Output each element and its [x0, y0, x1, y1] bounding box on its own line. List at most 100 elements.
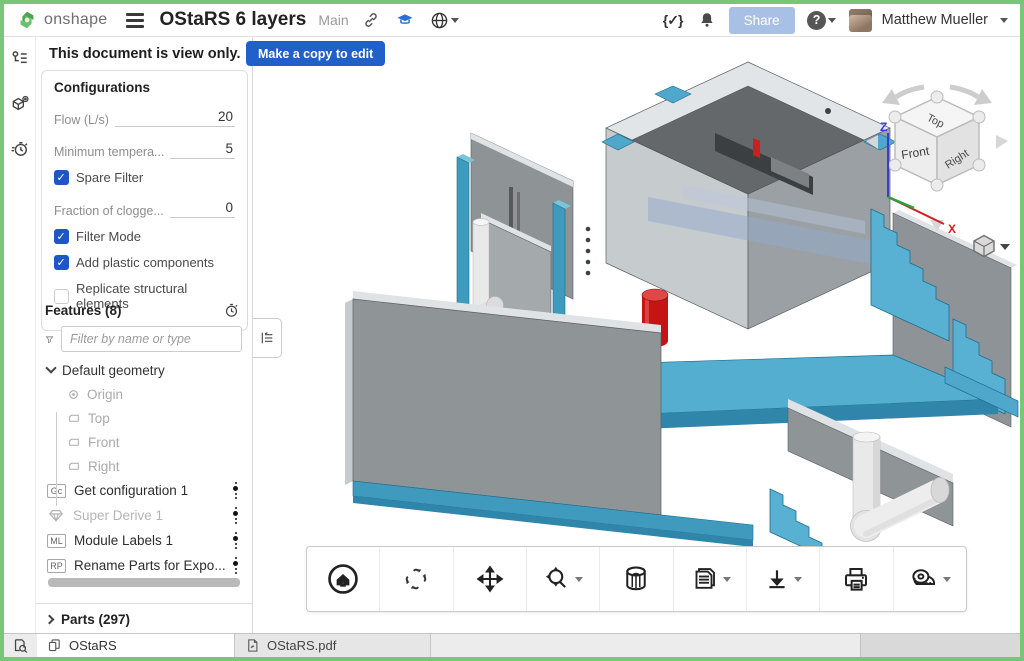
view-only-message: This document is view only. [49, 46, 241, 62]
feature-drag-handle[interactable] [233, 557, 238, 574]
element-tab-bar: OStaRS OStaRS.pdf [4, 633, 1020, 657]
axis-x-label: X [948, 222, 956, 236]
tab-bar-scroll-region[interactable] [860, 634, 1020, 657]
tree-item-origin[interactable]: Origin [41, 382, 248, 406]
view-options-cube-icon[interactable] [974, 236, 1010, 257]
default-geometry-group[interactable]: Default geometry [41, 358, 248, 382]
feature-badge: ML [47, 534, 66, 548]
pan-button[interactable] [453, 547, 526, 611]
hamburger-menu-icon[interactable] [126, 13, 144, 28]
tab-part-studio[interactable]: OStaRS [37, 634, 235, 657]
export-menu-caret[interactable] [794, 577, 802, 582]
configurations-card: Configurations Flow (L/s) 20 Minimum tem… [41, 70, 248, 331]
view-cube[interactable]: Top Front Right Z X [862, 75, 1012, 265]
help-caret [828, 18, 836, 23]
feature-drag-handle[interactable] [233, 532, 238, 549]
feature-drag-handle[interactable] [233, 507, 238, 524]
config-field-flow: Flow (L/s) 20 [54, 105, 235, 127]
config-field-label: Fraction of clogge... [54, 204, 164, 218]
checkbox-checked-icon[interactable] [54, 255, 69, 270]
tree-item-label: Front [88, 435, 120, 450]
export-button[interactable] [746, 547, 819, 611]
config-check-spare-filter[interactable]: Spare Filter [54, 170, 235, 185]
feature-drag-handle[interactable] [233, 482, 238, 499]
features-section: Features (8) Default geometry Origin [41, 296, 248, 578]
feature-label: Super Derive 1 [73, 508, 225, 523]
view-toolbar [306, 546, 967, 612]
chevron-right-icon [45, 615, 55, 625]
workspace-name[interactable]: Main [318, 12, 348, 28]
plane-icon [67, 436, 81, 449]
configurations-title: Configurations [54, 80, 235, 95]
part-appearance-icon[interactable] [10, 94, 30, 119]
section-view-button[interactable] [599, 547, 672, 611]
chevron-down-icon [45, 362, 56, 373]
checkbox-label: Spare Filter [76, 170, 143, 185]
print-button[interactable] [819, 547, 892, 611]
feature-label: Get configuration 1 [74, 483, 225, 498]
tree-item-label: Origin [87, 387, 123, 402]
feature-panel: Configurations Flow (L/s) 20 Minimum tem… [36, 37, 253, 633]
orbit-button[interactable] [379, 547, 452, 611]
onshape-logo[interactable]: onshape [16, 9, 108, 31]
feature-get-configuration[interactable]: Gc Get configuration 1 [41, 478, 248, 503]
measure-menu-caret[interactable] [943, 577, 951, 582]
notifications-bell-icon[interactable] [695, 8, 719, 32]
part-studio-icon [47, 638, 62, 653]
globe-caret [451, 18, 459, 23]
zoom-button[interactable] [526, 547, 599, 611]
user-avatar[interactable] [849, 9, 872, 32]
tab-label: OStaRS [69, 638, 117, 653]
help-menu[interactable] [805, 8, 839, 32]
config-check-add-plastic[interactable]: Add plastic components [54, 255, 235, 270]
feature-rename-parts[interactable]: RP Rename Parts for Expo... [41, 553, 248, 578]
graphics-viewport[interactable]: Top Front Right Z X [253, 37, 1020, 633]
features-title: Features (8) [45, 303, 122, 318]
feature-module-labels[interactable]: ML Module Labels 1 [41, 528, 248, 553]
feature-list-flyout-handle[interactable] [253, 318, 282, 358]
custom-features-icon[interactable] [661, 8, 685, 32]
tree-item-right[interactable]: Right [41, 454, 248, 478]
rollback-history-icon[interactable] [223, 302, 240, 319]
checkbox-checked-icon[interactable] [54, 170, 69, 185]
link-icon[interactable] [359, 8, 383, 32]
checkbox-label: Add plastic components [76, 255, 214, 270]
language-globe-icon[interactable] [427, 8, 463, 32]
checkbox-checked-icon[interactable] [54, 229, 69, 244]
tab-pdf[interactable]: OStaRS.pdf [235, 634, 431, 657]
config-field-value[interactable]: 20 [115, 109, 235, 127]
tree-item-top[interactable]: Top [41, 406, 248, 430]
zoom-menu-caret[interactable] [575, 577, 583, 582]
config-check-filter-mode[interactable]: Filter Mode [54, 229, 235, 244]
named-views-button[interactable] [673, 547, 746, 611]
plane-icon [67, 460, 81, 473]
rollback-bar[interactable] [48, 578, 240, 587]
tab-bar-empty-space [431, 634, 860, 657]
learning-center-icon[interactable] [393, 8, 417, 32]
view-options-caret[interactable] [1000, 244, 1010, 250]
tab-search-button[interactable] [4, 634, 37, 657]
tab-search-icon [12, 637, 29, 654]
views-menu-caret[interactable] [723, 577, 731, 582]
user-name[interactable]: Matthew Mueller [882, 12, 988, 28]
tree-item-label: Right [88, 459, 120, 474]
user-menu-caret[interactable] [1000, 18, 1008, 23]
config-field-fraction: Fraction of clogge... 0 [54, 196, 235, 218]
config-field-value[interactable]: 0 [170, 200, 235, 218]
configuration-flyout-icon[interactable] [10, 49, 30, 74]
tree-item-front[interactable]: Front [41, 430, 248, 454]
make-copy-button[interactable]: Make a copy to edit [246, 41, 385, 66]
feature-super-derive[interactable]: Super Derive 1 [41, 503, 248, 528]
parts-list-header[interactable]: Parts (297) [36, 603, 252, 627]
checkbox-label: Filter Mode [76, 229, 141, 244]
plane-icon [67, 412, 81, 425]
config-field-value[interactable]: 5 [170, 141, 235, 159]
share-button[interactable]: Share [729, 7, 795, 34]
home-view-button[interactable] [307, 547, 379, 611]
config-field-label: Flow (L/s) [54, 113, 109, 127]
feature-filter-input[interactable] [61, 326, 242, 352]
measure-button[interactable] [893, 547, 966, 611]
help-icon [807, 11, 826, 30]
config-field-min-temp: Minimum tempera... 5 [54, 137, 235, 159]
history-icon[interactable] [10, 139, 30, 164]
